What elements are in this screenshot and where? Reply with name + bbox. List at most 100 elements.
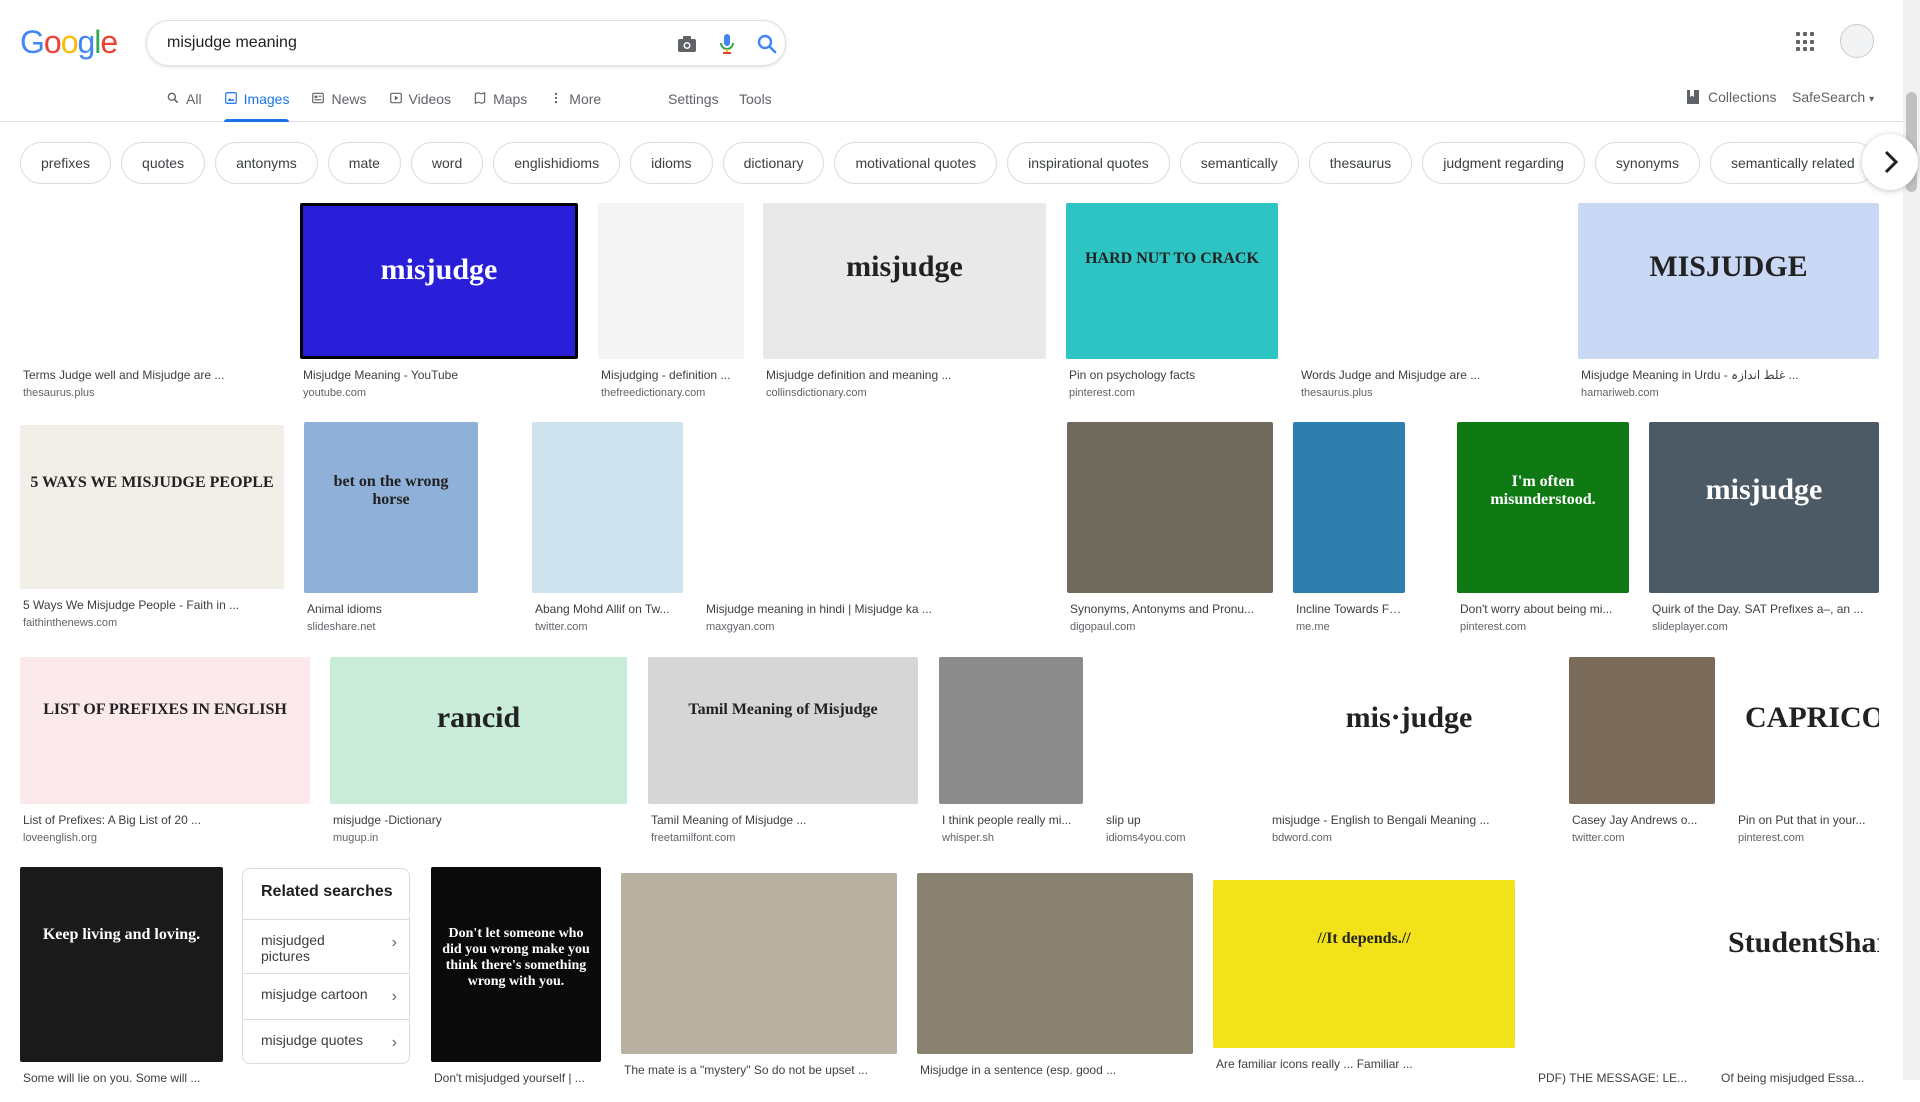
image-result[interactable]: misjudge Misjudge definition and meaning … [763, 203, 1046, 399]
image-result[interactable]: misjudge Quirk of the Day. SAT Prefixes a… [1649, 422, 1879, 633]
image-result[interactable]: Terms Judge well and Misjudge are ... the… [20, 203, 279, 399]
image-result[interactable]: Keep living and loving. Some will lie on … [20, 867, 223, 1102]
result-thumbnail[interactable] [532, 422, 683, 593]
result-thumbnail[interactable] [20, 203, 279, 359]
result-title[interactable]: Misjudge definition and meaning ... [766, 368, 1043, 382]
related-search-item[interactable]: misjudged pictures › [243, 919, 409, 965]
result-title[interactable]: Don't worry about being mi... [1460, 602, 1626, 616]
result-title[interactable]: The mate is a "mystery" So do not be ups… [624, 1063, 894, 1077]
result-title[interactable]: Misjudge in a sentence (esp. good ... [920, 1063, 1190, 1077]
result-title[interactable]: Casey Jay Andrews o... [1572, 813, 1712, 827]
image-result[interactable]: LIST OF PREFIXES IN ENGLISH List of Prefi… [20, 657, 310, 844]
result-thumbnail[interactable] [1535, 867, 1698, 1062]
result-title[interactable]: Tamil Meaning of Misjudge ... [651, 813, 915, 827]
image-result[interactable]: Abang Mohd Allif on Tw... twitter.com [532, 422, 683, 633]
image-result[interactable]: CAPRICORN Pin on Put that in your... pinte… [1735, 657, 1879, 844]
image-result[interactable]: I think people really mi... whisper.sh [939, 657, 1083, 844]
result-thumbnail[interactable]: misjudge [1649, 422, 1879, 593]
result-thumbnail[interactable] [1293, 422, 1405, 593]
image-result[interactable]: MISJUDGE Misjudge Meaning in Urdu - غلط ا… [1578, 203, 1879, 399]
image-result[interactable]: Misjudge in a sentence (esp. good ... [917, 873, 1193, 1094]
result-title[interactable]: Of being misjudged Essa... [1721, 1071, 1876, 1085]
result-title[interactable]: Incline Towards Feelin... [1296, 602, 1402, 616]
result-thumbnail[interactable]: 5 WAYS WE MISJUDGE PEOPLE [20, 425, 284, 589]
result-thumbnail[interactable]: Don't let someone who did you wrong make… [431, 867, 601, 1062]
result-title[interactable]: Pin on Put that in your... [1738, 813, 1876, 827]
result-title[interactable]: misjudge -Dictionary [333, 813, 624, 827]
image-result[interactable]: Incline Towards Feelin... me.me [1293, 422, 1405, 633]
image-result[interactable]: Synonyms, Antonyms and Pronu... digopaul.… [1067, 422, 1273, 633]
result-title[interactable]: Some will lie on you. Some will ... [23, 1071, 220, 1085]
image-result[interactable]: mis·judge misjudge - English to Bengali M… [1269, 657, 1549, 844]
result-thumbnail[interactable] [1103, 657, 1249, 804]
result-thumbnail[interactable] [1569, 657, 1715, 804]
image-result[interactable]: slip up idioms4you.com [1103, 657, 1249, 844]
result-thumbnail[interactable]: CAPRICORN [1735, 657, 1879, 804]
result-thumbnail[interactable]: MISJUDGE [1578, 203, 1879, 359]
result-title[interactable]: Don't misjudged yourself | ... [434, 1071, 598, 1085]
image-result[interactable]: bet on the wrong horse Animal idioms slide… [304, 422, 478, 633]
image-result[interactable]: Misjudge meaning in hindi | Misjudge ka … [703, 422, 1047, 633]
image-result[interactable]: 5 WAYS WE MISJUDGE PEOPLE 5 Ways We Misju… [20, 425, 284, 629]
result-title[interactable]: Terms Judge well and Misjudge are ... [23, 368, 276, 382]
result-title[interactable]: Synonyms, Antonyms and Pronu... [1070, 602, 1270, 616]
result-thumbnail[interactable] [1067, 422, 1273, 593]
result-thumbnail[interactable]: Tamil Meaning of Misjudge [648, 657, 918, 804]
result-source: whisper.sh [942, 832, 994, 844]
image-result[interactable]: I'm often misunderstood. Don't worry abou… [1457, 422, 1629, 633]
result-source: slideplayer.com [1652, 621, 1728, 633]
result-thumbnail[interactable]: bet on the wrong horse [304, 422, 478, 593]
image-result[interactable]: PDF) THE MESSAGE: LE... [1535, 867, 1698, 1102]
image-result[interactable]: //It depends.// Are familiar icons really… [1213, 880, 1515, 1088]
result-source: bdword.com [1272, 832, 1332, 844]
result-thumbnail[interactable]: //It depends.// [1213, 880, 1515, 1048]
result-thumbnail[interactable] [598, 203, 744, 359]
result-title[interactable]: PDF) THE MESSAGE: LE... [1538, 1071, 1695, 1085]
result-thumbnail[interactable] [703, 422, 1047, 593]
result-thumbnail[interactable]: misjudge [300, 203, 578, 359]
result-title[interactable]: Misjudge Meaning in Urdu - غلط اندازہ ..… [1581, 368, 1876, 382]
chevron-right-icon: › [391, 934, 397, 951]
result-thumbnail[interactable] [917, 873, 1193, 1054]
result-thumbnail[interactable]: StudentShare [1718, 867, 1879, 1062]
result-title[interactable]: List of Prefixes: A Big List of 20 ... [23, 813, 307, 827]
result-title[interactable]: Are familiar icons really ... Familiar .… [1216, 1057, 1512, 1071]
result-thumbnail[interactable] [1298, 203, 1558, 359]
related-search-item[interactable]: misjudge cartoon › [243, 973, 409, 1019]
image-result[interactable]: Misjudging - definition ... thefreedictio… [598, 203, 744, 399]
image-result[interactable]: Casey Jay Andrews o... twitter.com [1569, 657, 1715, 844]
result-source: pinterest.com [1738, 832, 1805, 844]
image-result[interactable]: Tamil Meaning of Misjudge Tamil Meaning o… [648, 657, 918, 844]
result-thumbnail[interactable]: HARD NUT TO CRACK [1066, 203, 1278, 359]
result-title[interactable]: misjudge - English to Bengali Meaning ..… [1272, 813, 1546, 827]
result-title[interactable]: Pin on psychology facts [1069, 368, 1275, 382]
result-thumbnail[interactable]: I'm often misunderstood. [1457, 422, 1629, 593]
image-result[interactable]: Don't let someone who did you wrong make… [431, 867, 601, 1102]
result-thumbnail[interactable]: misjudge [763, 203, 1046, 359]
result-title[interactable]: slip up [1106, 813, 1246, 827]
result-title[interactable]: Animal idioms [307, 602, 475, 616]
image-result[interactable]: StudentShare Of being misjudged Essa... [1718, 867, 1879, 1102]
result-thumbnail[interactable]: rancid [330, 657, 627, 804]
related-search-item[interactable]: misjudge quotes › [243, 1019, 409, 1065]
image-result[interactable]: HARD NUT TO CRACK Pin on psychology facts… [1066, 203, 1278, 399]
result-source: youtube.com [303, 387, 366, 399]
image-result[interactable]: The mate is a "mystery" So do not be ups… [621, 873, 897, 1094]
result-title[interactable]: Quirk of the Day. SAT Prefixes a–, an ..… [1652, 602, 1876, 616]
result-title[interactable]: Misjudge Meaning - YouTube [303, 368, 575, 382]
result-title[interactable]: Misjudging - definition ... [601, 368, 741, 382]
result-thumbnail[interactable] [621, 873, 897, 1054]
result-title[interactable]: Abang Mohd Allif on Tw... [535, 602, 680, 616]
result-thumbnail[interactable] [939, 657, 1083, 804]
image-result[interactable]: rancid misjudge -Dictionary mugup.in [330, 657, 627, 844]
result-title[interactable]: Misjudge meaning in hindi | Misjudge ka … [706, 602, 1044, 616]
image-result[interactable]: misjudge Misjudge Meaning - YouTube youtub… [300, 203, 578, 399]
result-title[interactable]: Words Judge and Misjudge are ... [1301, 368, 1555, 382]
result-source: pinterest.com [1460, 621, 1527, 633]
result-thumbnail[interactable]: mis·judge [1269, 657, 1549, 804]
result-title[interactable]: 5 Ways We Misjudge People - Faith in ... [23, 598, 281, 612]
result-thumbnail[interactable]: LIST OF PREFIXES IN ENGLISH [20, 657, 310, 804]
result-title[interactable]: I think people really mi... [942, 813, 1080, 827]
result-thumbnail[interactable]: Keep living and loving. [20, 867, 223, 1062]
image-result[interactable]: Words Judge and Misjudge are ... thesauru… [1298, 203, 1558, 399]
